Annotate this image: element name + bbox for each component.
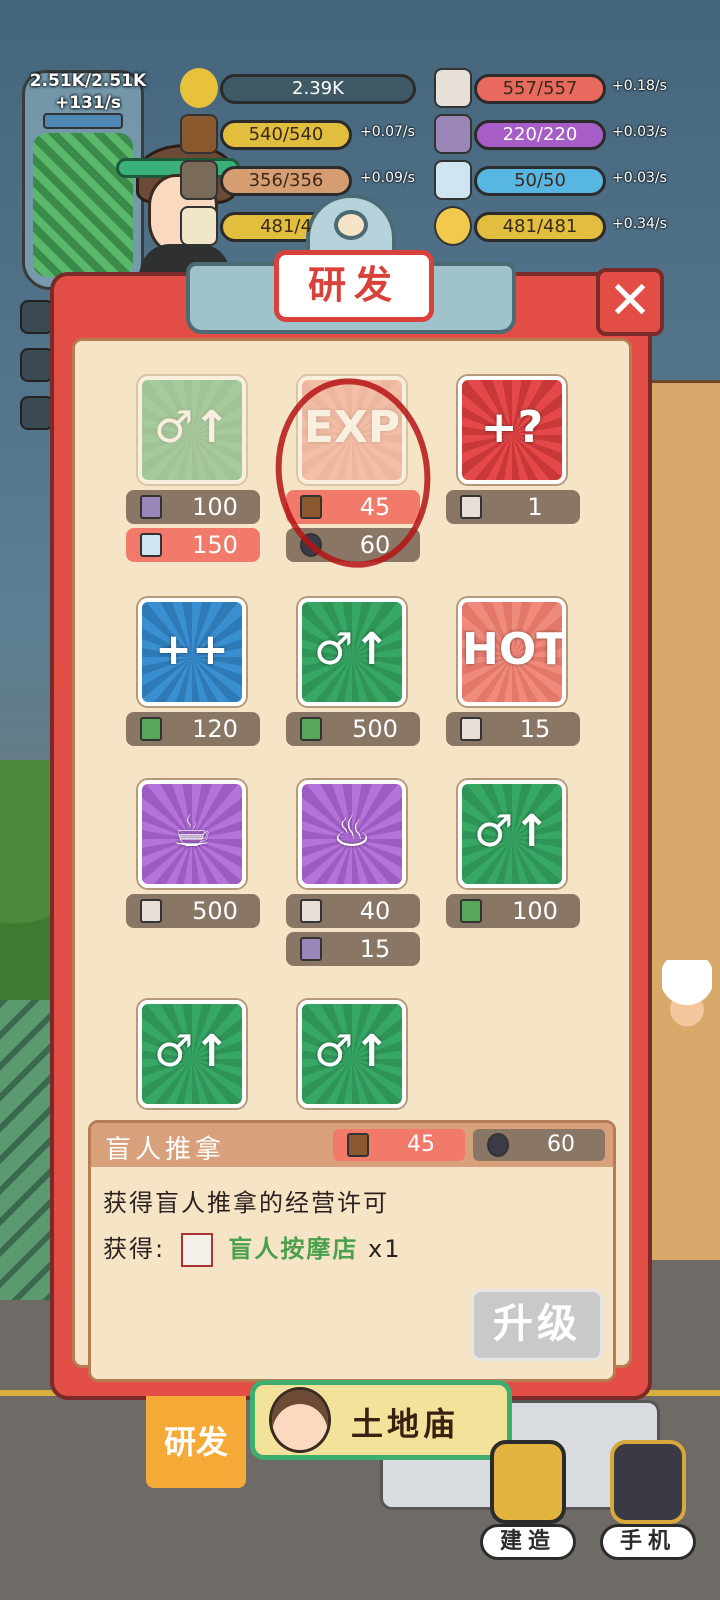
cost-value: 40 <box>359 897 391 925</box>
tile-glyph: ♂↑ <box>153 402 231 453</box>
cash-icon <box>460 899 482 923</box>
tab-temple[interactable]: 土地庙 <box>250 1380 512 1460</box>
cost-value: 100 <box>512 897 558 925</box>
tile-glyph: ♂↑ <box>473 806 551 857</box>
jar-capacity: 2.51K/2.51K <box>29 71 147 91</box>
mouth-upgrade-icon: ♂↑ <box>138 376 246 484</box>
temple-avatar-icon <box>269 1387 331 1453</box>
detail-cost-coal: 60 <box>473 1129 605 1161</box>
phone-button[interactable]: 手机 <box>600 1440 696 1560</box>
hot-shop-icon: HOT <box>458 598 566 706</box>
cash-icon <box>140 717 162 741</box>
mouth-upgrade-icon: ♂↑ <box>298 1000 406 1108</box>
phone-icon <box>610 1440 686 1524</box>
cost-value: 15 <box>359 935 391 963</box>
card-icon <box>434 114 472 154</box>
star-icon <box>180 68 218 108</box>
cost-row: 15 <box>446 712 580 746</box>
reward-name: 盲人按摩店 <box>228 1235 359 1263</box>
card-icon <box>300 937 322 961</box>
cost-row: 1 <box>446 490 580 524</box>
bottle-icon <box>140 533 162 557</box>
massage-shop-icon <box>180 1233 213 1267</box>
research-detail: 盲人推拿 45 60 获得盲人推拿的经营许可 获得: 盲人按摩店 x1 升级 <box>88 1120 616 1382</box>
upgrade-button[interactable]: 升级 <box>471 1289 603 1361</box>
cost-value: 500 <box>352 715 398 743</box>
panel-title: 研发 <box>274 250 434 322</box>
mystery-dice-icon: +? <box>458 376 566 484</box>
jar-readout: 2.51K/2.51K +131/s <box>28 70 148 114</box>
mouth-upgrade-icon: ♂↑ <box>298 598 406 706</box>
cost-row: 500 <box>286 712 420 746</box>
detail-cost-wood: 45 <box>333 1129 465 1161</box>
build-button[interactable]: 建造 <box>480 1440 576 1560</box>
resource-card: 220/220 +0.03/s <box>434 114 674 154</box>
tile-glyph: +? <box>480 402 544 453</box>
detail-description: 获得盲人推拿的经营许可 <box>103 1189 389 1217</box>
coal-icon <box>487 1133 509 1157</box>
reward-count: x1 <box>368 1235 402 1263</box>
cost-row: 100 <box>446 894 580 928</box>
ticket-icon <box>460 495 482 519</box>
cost-value: 500 <box>192 897 238 925</box>
tile-glyph: ♂↑ <box>313 624 391 675</box>
cost-value: 15 <box>519 715 551 743</box>
tile-glyph: ++ <box>155 624 229 675</box>
cash-icon <box>300 717 322 741</box>
resource-ticket: 557/557 +0.18/s <box>434 68 674 108</box>
building-right <box>640 380 720 1280</box>
cost-value: 100 <box>192 493 238 521</box>
cost-row: 150 <box>126 528 260 562</box>
ticket-icon <box>300 899 322 923</box>
cost-value: 150 <box>192 531 238 559</box>
tile-glyph: ☕ <box>172 806 212 857</box>
cost-row: 40 <box>286 894 420 928</box>
tile-glyph: ♂↑ <box>153 1026 231 1077</box>
jar-rate: +131/s <box>54 93 122 113</box>
tab-research[interactable]: 研发 <box>146 1396 246 1488</box>
mouth-upgrade-icon: ♂↑ <box>138 1000 246 1108</box>
tile-glyph: HOT <box>462 624 566 675</box>
cost-value: 120 <box>192 715 238 743</box>
cost-row: 500 <box>126 894 260 928</box>
cost-value: 1 <box>527 493 543 521</box>
chili-shop-icon: ♨ <box>298 780 406 888</box>
cost-row: 100 <box>126 490 260 524</box>
resource-stars: 2.39K <box>180 68 420 108</box>
chef-npc <box>662 960 712 1050</box>
cost-row: 15 <box>286 932 420 966</box>
tile-glyph: ♂↑ <box>313 1026 391 1077</box>
mouth-upgrade-icon: ♂↑ <box>458 780 566 888</box>
wood-icon <box>347 1133 369 1157</box>
close-button[interactable]: ✕ <box>596 268 664 336</box>
tea-shop-icon: ☕ <box>138 780 246 888</box>
build-icon <box>490 1440 566 1524</box>
detail-name: 盲人推拿 <box>105 1135 226 1165</box>
ticket-icon <box>460 717 482 741</box>
ticket-icon <box>434 68 472 108</box>
detail-header: 盲人推拿 45 60 <box>91 1123 613 1167</box>
wood-icon <box>180 114 218 154</box>
house-expand-icon: ++ <box>138 598 246 706</box>
detail-reward: 获得: 盲人按摩店 x1 <box>103 1229 402 1267</box>
cost-row: 120 <box>126 712 260 746</box>
card-icon <box>140 495 162 519</box>
tile-glyph: ♨ <box>332 806 372 857</box>
resource-wood: 540/540 +0.07/s <box>180 114 420 154</box>
ticket-icon <box>140 899 162 923</box>
